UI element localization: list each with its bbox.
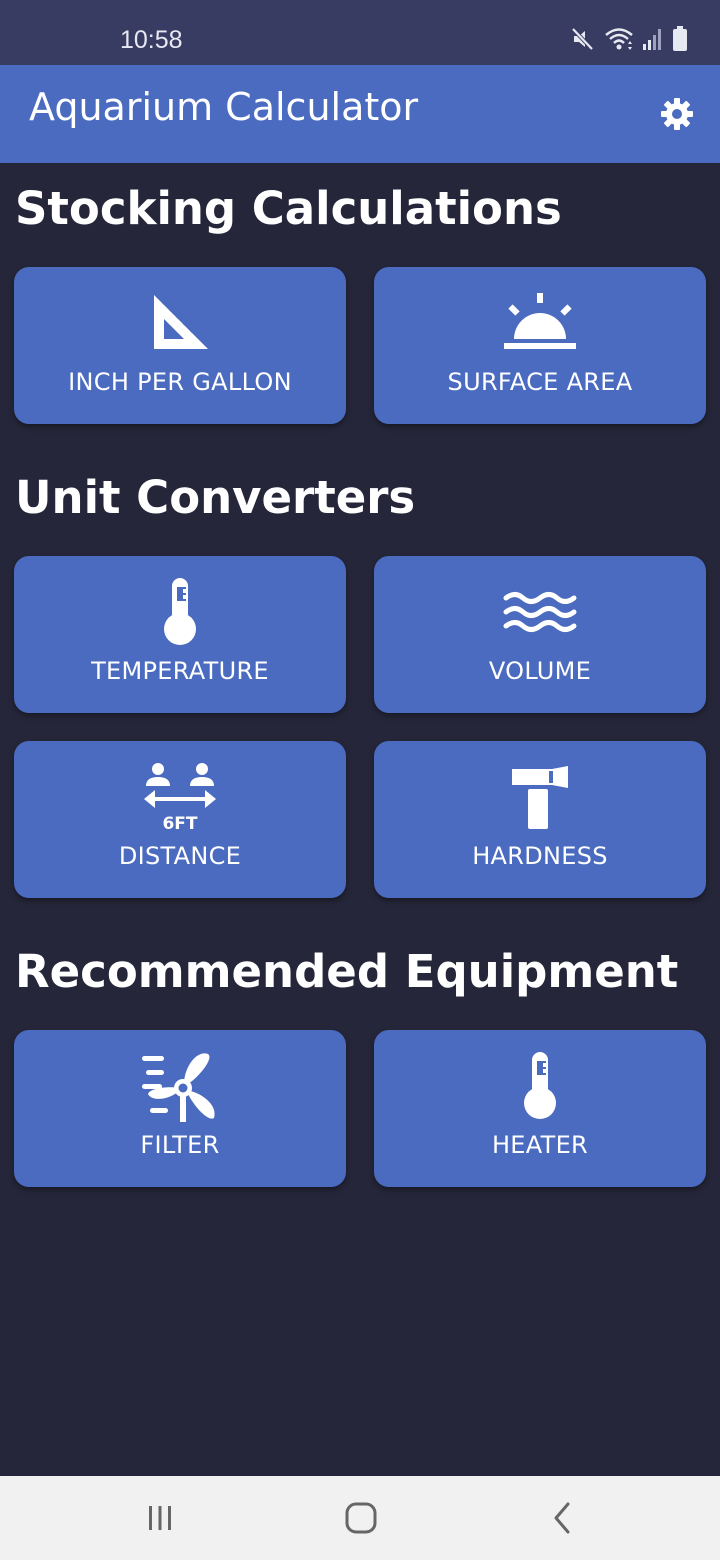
water-waves-icon <box>498 582 582 642</box>
card-temperature[interactable]: TEMPERATURE <box>14 556 346 713</box>
hammer-icon <box>498 766 582 829</box>
card-hardness[interactable]: HARDNESS <box>374 741 706 898</box>
card-inch-per-gallon[interactable]: INCH PER GALLON <box>14 267 346 424</box>
gear-icon <box>661 98 693 130</box>
card-distance[interactable]: 6FT DISTANCE <box>14 741 346 898</box>
card-label: SURFACE AREA <box>447 368 633 396</box>
status-time: 10:58 <box>120 26 183 54</box>
status-bar: 10:58 <box>0 0 720 65</box>
home-button[interactable] <box>331 1490 391 1546</box>
back-button[interactable] <box>533 1490 593 1546</box>
card-label: HARDNESS <box>472 842 608 870</box>
app-bar: Aquarium Calculator <box>0 65 720 163</box>
system-nav-bar <box>0 1476 720 1560</box>
section-title-unit-converters: Unit Converters <box>15 471 416 524</box>
social-distance-icon: 6FT <box>138 763 222 832</box>
sunrise-icon <box>498 293 582 353</box>
card-heater[interactable]: HEATER <box>374 1030 706 1187</box>
card-label: DISTANCE <box>118 842 242 870</box>
app-title: Aquarium Calculator <box>29 85 419 129</box>
fan-icon <box>138 1053 222 1122</box>
wifi-icon <box>604 26 634 56</box>
card-label: INCH PER GALLON <box>68 368 292 396</box>
distance-icon-text: 6FT <box>162 814 197 832</box>
mute-icon <box>570 26 596 56</box>
thermometer-icon <box>138 578 222 645</box>
recent-apps-button[interactable] <box>130 1490 190 1546</box>
status-icons <box>570 26 688 56</box>
set-square-icon <box>138 293 222 353</box>
back-icon <box>554 1502 570 1534</box>
recent-apps-icon <box>149 1506 171 1530</box>
card-label: TEMPERATURE <box>91 657 269 685</box>
card-label: VOLUME <box>488 657 592 685</box>
section-title-stocking: Stocking Calculations <box>15 182 562 235</box>
signal-icon <box>642 27 664 55</box>
card-label: FILTER <box>140 1131 220 1159</box>
battery-icon <box>672 26 688 56</box>
settings-button[interactable] <box>648 85 706 143</box>
card-volume[interactable]: VOLUME <box>374 556 706 713</box>
section-title-recommended-equipment: Recommended Equipment <box>15 945 679 998</box>
card-filter[interactable]: FILTER <box>14 1030 346 1187</box>
card-surface-area[interactable]: SURFACE AREA <box>374 267 706 424</box>
home-icon <box>345 1502 377 1534</box>
card-label: HEATER <box>491 1131 589 1159</box>
thermometer-icon <box>498 1052 582 1119</box>
